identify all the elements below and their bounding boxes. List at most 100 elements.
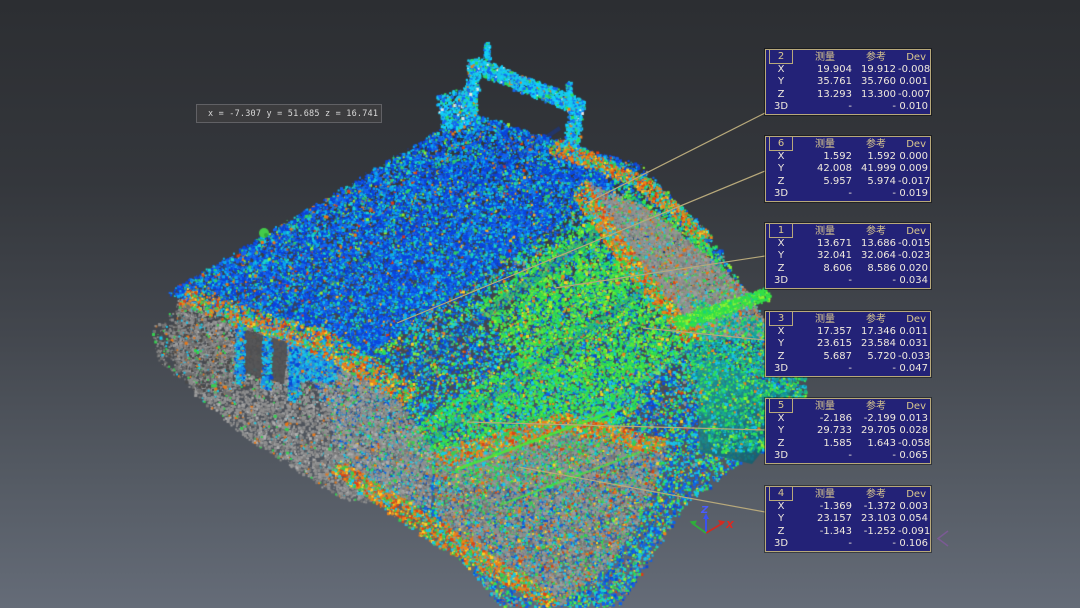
measured-value: 5.687 [796, 351, 854, 363]
dev-value: 0.011 [898, 326, 930, 338]
measured-value: - [796, 188, 854, 200]
row-label: Y [766, 163, 796, 175]
measurement-table-1[interactable]: 1 测量参考Dev X13.67113.686-0.015 Y32.04132.… [765, 223, 931, 289]
dev-value: -0.091 [898, 526, 930, 538]
measurement-table-5[interactable]: 5 测量参考Dev X-2.186-2.1990.013 Y29.73329.7… [765, 398, 931, 464]
chevron-marker [933, 528, 955, 550]
header-measured: 测量 [796, 312, 854, 326]
dev-value: 0.106 [898, 538, 930, 550]
dev-value: -0.058 [898, 438, 930, 450]
measurement-table-3[interactable]: 3 测量参考Dev X17.35717.3460.011 Y23.61523.5… [765, 311, 931, 377]
row-label: X [766, 151, 796, 163]
reference-value: - [854, 275, 898, 287]
measured-value: 1.585 [796, 438, 854, 450]
dev-value: 0.019 [898, 188, 930, 200]
reference-value: 1.592 [854, 151, 898, 163]
table-row: 3D--0.065 [766, 450, 930, 462]
z-axis-label: Z [700, 505, 709, 516]
reference-value: 41.999 [854, 163, 898, 175]
point-id-badge: 1 [769, 223, 793, 238]
header-dev: Dev [898, 50, 930, 64]
row-label: 3D [766, 363, 796, 375]
dev-value: -0.007 [898, 89, 930, 101]
table-row: 3D--0.034 [766, 275, 930, 287]
row-label: Y [766, 513, 796, 525]
x-axis-label: X [725, 520, 735, 531]
point-id-badge: 4 [769, 486, 793, 501]
dev-value: -0.033 [898, 351, 930, 363]
row-label: Z [766, 263, 796, 275]
header-dev: Dev [898, 487, 930, 501]
reference-value: 13.300 [854, 89, 898, 101]
dev-value: 0.054 [898, 513, 930, 525]
header-dev: Dev [898, 137, 930, 151]
table-row: X19.90419.912-0.008 [766, 64, 930, 76]
dev-value: 0.020 [898, 263, 930, 275]
measured-value: 13.293 [796, 89, 854, 101]
measured-value: 23.157 [796, 513, 854, 525]
dev-value: -0.015 [898, 238, 930, 250]
measured-value: - [796, 450, 854, 462]
dev-value: 0.047 [898, 363, 930, 375]
header-reference: 参考 [854, 312, 898, 326]
point-id-badge: 3 [769, 311, 793, 326]
reference-value: 23.584 [854, 338, 898, 350]
dev-value: -0.017 [898, 176, 930, 188]
table-row: Z-1.343-1.252-0.091 [766, 526, 930, 538]
dev-value: -0.023 [898, 250, 930, 262]
row-label: 3D [766, 275, 796, 287]
measured-value: 1.592 [796, 151, 854, 163]
measured-value: 8.606 [796, 263, 854, 275]
header-measured: 测量 [796, 487, 854, 501]
table-row: Z5.6875.720-0.033 [766, 351, 930, 363]
measured-value: -2.186 [796, 413, 854, 425]
dev-value: 0.001 [898, 76, 930, 88]
reference-value: 13.686 [854, 238, 898, 250]
dev-value: 0.010 [898, 101, 930, 113]
measured-value: - [796, 101, 854, 113]
reference-value: 1.643 [854, 438, 898, 450]
dev-value: -0.008 [898, 64, 930, 76]
table-row: 3D--0.019 [766, 188, 930, 200]
measured-value: 23.615 [796, 338, 854, 350]
table-row: Z5.9575.974-0.017 [766, 176, 930, 188]
measurement-table-6[interactable]: 6 测量参考Dev X1.5921.5920.000 Y42.00841.999… [765, 136, 931, 202]
point-id-badge: 5 [769, 398, 793, 413]
coordinate-readout: x = -7.307 y = 51.685 z = 16.741 [196, 104, 382, 123]
header-reference: 参考 [854, 224, 898, 238]
measured-value: - [796, 363, 854, 375]
dev-value: 0.031 [898, 338, 930, 350]
header-measured: 测量 [796, 137, 854, 151]
table-row: Y42.00841.9990.009 [766, 163, 930, 175]
row-label: Y [766, 250, 796, 262]
row-label: 3D [766, 101, 796, 113]
reference-value: 5.974 [854, 176, 898, 188]
table-row: X-1.369-1.3720.003 [766, 501, 930, 513]
row-label: 3D [766, 538, 796, 550]
measured-value: 35.761 [796, 76, 854, 88]
table-row: X-2.186-2.1990.013 [766, 413, 930, 425]
measurement-table-4[interactable]: 4 测量参考Dev X-1.369-1.3720.003 Y23.15723.1… [765, 486, 931, 552]
reference-value: -1.252 [854, 526, 898, 538]
reference-value: -1.372 [854, 501, 898, 513]
reference-value: 35.760 [854, 76, 898, 88]
measured-value: - [796, 538, 854, 550]
dev-value: 0.034 [898, 275, 930, 287]
measured-value: 42.008 [796, 163, 854, 175]
measured-value: 17.357 [796, 326, 854, 338]
row-label: Z [766, 438, 796, 450]
row-label: 3D [766, 450, 796, 462]
reference-value: - [854, 450, 898, 462]
row-label: Y [766, 425, 796, 437]
table-row: 3D--0.010 [766, 101, 930, 113]
dev-value: 0.000 [898, 151, 930, 163]
row-label: Z [766, 89, 796, 101]
measurement-table-2[interactable]: 2 测量参考Dev X19.90419.912-0.008 Y35.76135.… [765, 49, 931, 115]
measured-value: 32.041 [796, 250, 854, 262]
table-row: Z1.5851.643-0.058 [766, 438, 930, 450]
dev-value: 0.003 [898, 501, 930, 513]
header-reference: 参考 [854, 487, 898, 501]
viewport-3d: x = -7.307 y = 51.685 z = 16.741 2 测量参考D… [0, 0, 1080, 608]
header-measured: 测量 [796, 399, 854, 413]
row-label: X [766, 64, 796, 76]
